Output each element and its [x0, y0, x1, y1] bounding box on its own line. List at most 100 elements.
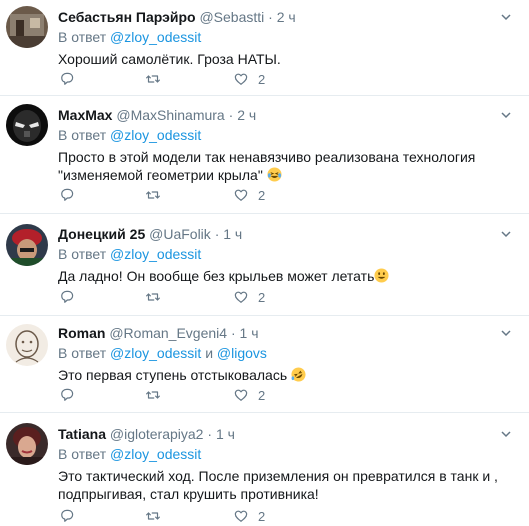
- like-count: 2: [258, 508, 266, 524]
- tweet-actions: 2: [58, 506, 318, 526]
- like-button[interactable]: 2: [232, 385, 265, 405]
- mention-link[interactable]: @zloy_odessit: [110, 446, 201, 462]
- reply-icon: [61, 290, 74, 303]
- like-icon: [234, 189, 248, 201]
- tweet[interactable]: Донецкий 25 @UaFolik · 1 ч В ответ @zloy…: [0, 214, 529, 316]
- retweet-icon: [146, 75, 160, 83]
- reply-icon: [61, 388, 74, 401]
- reply-prefix: В ответ: [58, 246, 107, 262]
- tweet[interactable]: Roman @Roman_Evgeni4 · 1 ч В ответ @zloy…: [0, 316, 529, 413]
- user-handle[interactable]: @MaxShinamura: [116, 107, 224, 123]
- timestamp[interactable]: 2 ч: [237, 107, 256, 123]
- avatar[interactable]: [6, 104, 48, 146]
- user-handle[interactable]: @Roman_Evgeni4: [109, 325, 227, 341]
- like-count: 2: [258, 387, 266, 403]
- caret-down-icon[interactable]: [501, 328, 511, 338]
- like-icon: [234, 389, 248, 401]
- like-count: 2: [258, 289, 266, 305]
- like-icon: [234, 291, 248, 303]
- mention-link[interactable]: @zloy_odessit: [110, 127, 201, 143]
- like-count: 2: [258, 71, 266, 87]
- avatar[interactable]: [6, 6, 48, 48]
- tweet[interactable]: Tatiana @igloterapiya2 · 1 ч В ответ @zl…: [0, 413, 529, 526]
- caret-down-icon[interactable]: [501, 229, 511, 239]
- reply-context: В ответ @zloy_odessit: [58, 445, 517, 463]
- reply-button[interactable]: [58, 69, 76, 89]
- reply-button[interactable]: [58, 287, 76, 307]
- reply-prefix: В ответ: [58, 29, 107, 45]
- reply-context: В ответ @zloy_odessit: [58, 126, 517, 144]
- tweet-header: Себастьян Парэйро @Sebastti · 2 ч: [58, 8, 517, 26]
- reply-context: В ответ @zloy_odessit: [58, 28, 517, 46]
- user-handle[interactable]: @igloterapiya2: [110, 426, 204, 442]
- tweet-text: Да ладно! Он вообще без крыльев может ле…: [58, 268, 375, 284]
- like-button[interactable]: 2: [232, 69, 265, 89]
- display-name[interactable]: Roman: [58, 325, 105, 341]
- tweet-header: Roman @Roman_Evgeni4 · 1 ч: [58, 324, 517, 342]
- retweet-button[interactable]: [144, 69, 162, 89]
- reply-button[interactable]: [58, 185, 76, 205]
- reply-prefix: В ответ: [58, 127, 107, 143]
- tweet[interactable]: MaxMax @MaxShinamura · 2 ч В ответ @zloy…: [0, 96, 529, 214]
- caret-down-icon[interactable]: [501, 110, 511, 120]
- separator-dot: ·: [268, 9, 273, 25]
- retweet-button[interactable]: [144, 506, 162, 526]
- retweet-icon: [146, 391, 160, 399]
- mention-link[interactable]: @ligovs: [217, 345, 267, 361]
- tweet-text-wrap: Да ладно! Он вообще без крыльев может ле…: [58, 267, 517, 285]
- tweet-text: Хороший самолётик. Гроза НАТЫ.: [58, 51, 281, 67]
- rofl-emoji-icon: [291, 367, 306, 382]
- avatar[interactable]: [6, 324, 48, 366]
- caret-down-icon[interactable]: [501, 429, 511, 439]
- tweet[interactable]: Себастьян Парэйро @Sebastti · 2 ч В отве…: [0, 0, 529, 96]
- timestamp[interactable]: 1 ч: [223, 226, 242, 242]
- reply-prefix: В ответ: [58, 345, 107, 361]
- like-icon: [234, 73, 248, 85]
- display-name[interactable]: MaxMax: [58, 107, 112, 123]
- reply-button[interactable]: [58, 385, 76, 405]
- mention-link[interactable]: @zloy_odessit: [110, 246, 201, 262]
- reply-context: В ответ @zloy_odessit: [58, 245, 517, 263]
- tweet-actions: 2: [58, 69, 318, 89]
- tweet-text: Это первая ступень отстыковалась: [58, 367, 288, 383]
- replies-feed: Себастьян Парэйро @Sebastti · 2 ч В отве…: [0, 0, 529, 526]
- like-button[interactable]: 2: [232, 506, 265, 526]
- tweet-actions: 2: [58, 287, 318, 307]
- timestamp[interactable]: 1 ч: [240, 325, 259, 341]
- display-name[interactable]: Себастьян Парэйро: [58, 9, 196, 25]
- mention-joiner: и: [205, 345, 214, 361]
- mention-link[interactable]: @zloy_odessit: [110, 345, 201, 361]
- laughing-tears-emoji-icon: [267, 167, 282, 182]
- separator-dot: ·: [207, 426, 213, 442]
- reply-prefix: В ответ: [58, 446, 107, 462]
- tweet-actions: 2: [58, 185, 318, 205]
- tweet-text-wrap: Просто в этой модели так ненавязчиво реа…: [58, 148, 517, 184]
- timestamp[interactable]: 1 ч: [216, 426, 235, 442]
- like-button[interactable]: 2: [232, 287, 265, 307]
- reply-icon: [61, 72, 74, 85]
- timestamp[interactable]: 2 ч: [277, 9, 296, 25]
- user-handle[interactable]: @Sebastti: [199, 9, 264, 25]
- display-name[interactable]: Донецкий 25: [58, 226, 145, 242]
- tweet-text: Это тактический ход. После приземления о…: [58, 468, 498, 502]
- user-handle[interactable]: @UaFolik: [149, 226, 211, 242]
- retweet-icon: [146, 293, 160, 301]
- like-count: 2: [258, 187, 266, 203]
- retweet-button[interactable]: [144, 287, 162, 307]
- avatar[interactable]: [6, 224, 48, 266]
- reply-icon: [61, 509, 74, 522]
- separator-dot: ·: [228, 107, 234, 123]
- retweet-icon: [146, 191, 160, 199]
- caret-down-icon[interactable]: [501, 12, 511, 22]
- mention-link[interactable]: @zloy_odessit: [110, 29, 201, 45]
- like-button[interactable]: 2: [232, 185, 265, 205]
- reply-button[interactable]: [58, 506, 76, 526]
- retweet-button[interactable]: [144, 185, 162, 205]
- display-name[interactable]: Tatiana: [58, 426, 106, 442]
- tweet-header: MaxMax @MaxShinamura · 2 ч: [58, 106, 517, 124]
- avatar[interactable]: [6, 423, 48, 465]
- smile-emoji-icon: [374, 268, 389, 283]
- like-icon: [234, 510, 248, 522]
- retweet-button[interactable]: [144, 385, 162, 405]
- separator-dot: ·: [214, 226, 220, 242]
